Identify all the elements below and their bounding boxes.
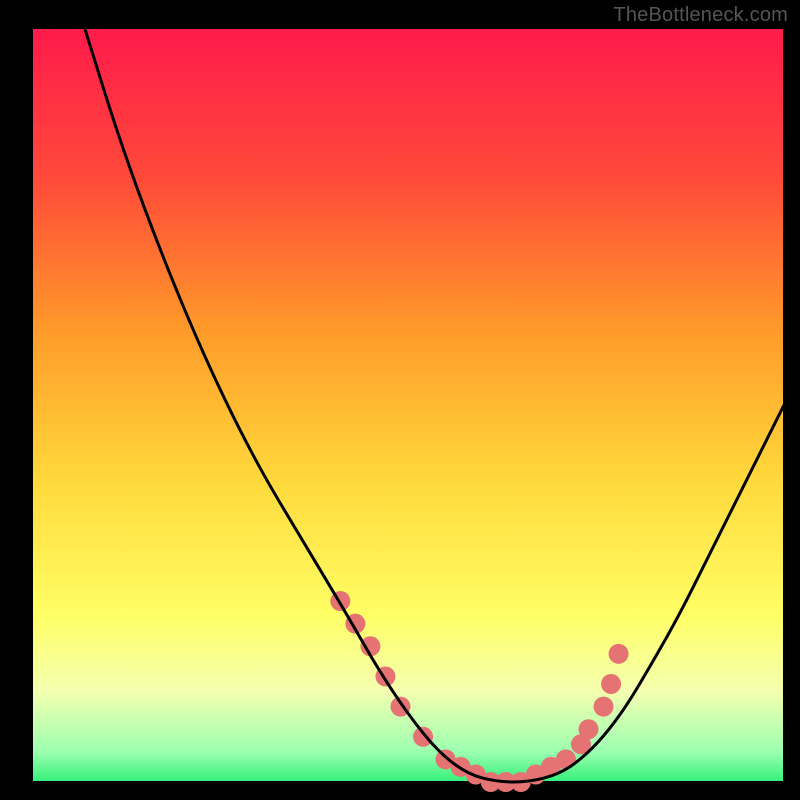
marker-point (609, 644, 629, 664)
marker-point (578, 719, 598, 739)
marker-point (413, 727, 433, 747)
marker-point (601, 674, 621, 694)
watermark-text: TheBottleneck.com (613, 4, 788, 27)
plot-background (32, 28, 784, 782)
chart-svg (0, 0, 800, 800)
marker-point (594, 697, 614, 717)
chart-container: TheBottleneck.com (0, 0, 800, 800)
